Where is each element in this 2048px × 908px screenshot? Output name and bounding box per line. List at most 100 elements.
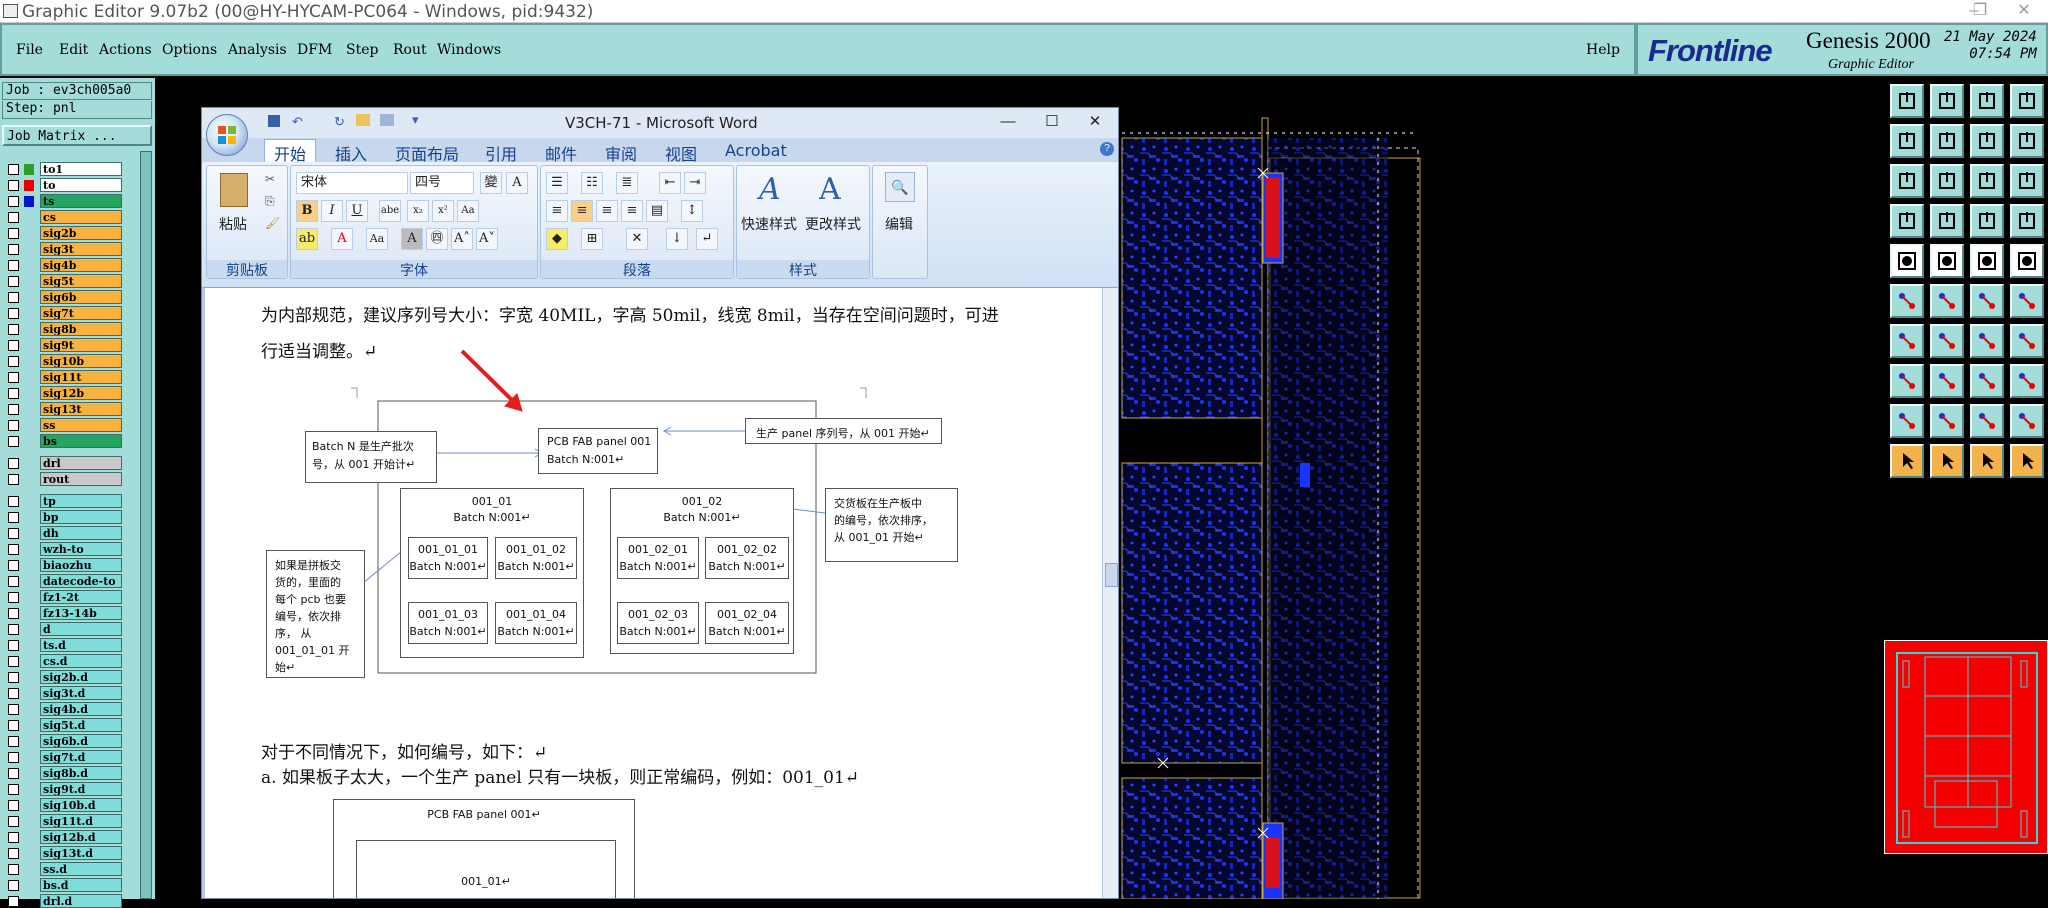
subscript-button[interactable]: x₂	[407, 200, 429, 222]
layer-checkbox[interactable]	[8, 356, 19, 367]
layer-checkbox[interactable]	[8, 276, 19, 287]
layer-name[interactable]: sig4b	[40, 258, 122, 272]
numbering-button[interactable]: ☷	[581, 172, 603, 194]
layer-checkbox[interactable]	[8, 592, 19, 603]
layer-name[interactable]: sig6b.d	[40, 734, 122, 748]
layer-checkbox[interactable]	[8, 800, 19, 811]
layer-checkbox[interactable]	[8, 404, 19, 415]
layer-name[interactable]: sig10b	[40, 354, 122, 368]
decrease-indent-button[interactable]: ⇤	[659, 172, 681, 194]
format-painter-icon[interactable]: 🖌	[265, 216, 280, 230]
layer-checkbox[interactable]	[8, 228, 19, 239]
layer-name[interactable]: to1	[40, 162, 122, 176]
undo-icon[interactable]: ↶	[292, 114, 303, 130]
pointer-4-tool-button[interactable]	[2010, 444, 2044, 478]
layer-name[interactable]: ts.d	[40, 638, 122, 652]
layer-name[interactable]: sig9t	[40, 338, 122, 352]
bullets-button[interactable]: ☰	[546, 172, 568, 194]
tri-red-4-tool-button[interactable]	[2010, 404, 2044, 438]
layer-checkbox[interactable]	[8, 196, 19, 207]
layer-checkbox[interactable]	[8, 576, 19, 587]
layer-checkbox[interactable]	[8, 244, 19, 255]
layer-name[interactable]: wzh-to	[40, 542, 122, 556]
layer-name[interactable]: dh	[40, 526, 122, 540]
layer-checkbox[interactable]	[8, 688, 19, 699]
quick-styles-icon[interactable]: A	[759, 172, 781, 207]
layer-checkbox[interactable]	[8, 880, 19, 891]
align-right-button[interactable]: ≡	[596, 200, 618, 222]
rotate-tool-button[interactable]	[1970, 324, 2004, 358]
layer-name[interactable]: sig7t.d	[40, 750, 122, 764]
menu-actions[interactable]: Actions	[99, 42, 152, 58]
layer-name[interactable]: sig9t.d	[40, 782, 122, 796]
layer-name[interactable]: sig13t.d	[40, 846, 122, 860]
layer-name[interactable]: tp	[40, 494, 122, 508]
menu-help[interactable]: Help	[1586, 42, 1620, 58]
page-out-tool-button[interactable]	[1930, 84, 1964, 118]
justify-button[interactable]: ≡	[621, 200, 643, 222]
zoom-center-tool-button[interactable]	[1930, 164, 1964, 198]
layer-checkbox[interactable]	[8, 640, 19, 651]
connect-red-2-tool-button[interactable]	[2010, 284, 2044, 318]
clear-format-button[interactable]: Aa	[457, 200, 479, 222]
select-corner-tool-button[interactable]	[1930, 244, 1964, 278]
line-blue-tool-button[interactable]	[1930, 324, 1964, 358]
tri-red-tool-button[interactable]	[1890, 404, 1924, 438]
layer-checkbox[interactable]	[8, 436, 19, 447]
menu-dfm[interactable]: DFM	[297, 42, 332, 58]
layer-name[interactable]: datecode-to	[40, 574, 122, 588]
home-tool-button[interactable]	[1970, 84, 2004, 118]
tri-red-3-tool-button[interactable]	[1970, 404, 2004, 438]
layer-name[interactable]: bs.d	[40, 878, 122, 892]
layer-checkbox[interactable]	[8, 372, 19, 383]
select-round-tool-button[interactable]	[1890, 244, 1924, 278]
shrink-font-button[interactable]: A˅	[476, 228, 498, 250]
layer-checkbox[interactable]	[8, 180, 19, 191]
change-styles-label[interactable]: 更改样式	[805, 214, 861, 234]
font-color-button[interactable]: A	[331, 228, 353, 250]
show-marks-button[interactable]: ↵	[696, 228, 718, 250]
char-border-icon[interactable]: A	[506, 172, 528, 194]
net-blue-tool-button[interactable]	[1890, 284, 1924, 318]
tri-red-2-tool-button[interactable]	[1930, 404, 1964, 438]
find-icon[interactable]: 🔍	[885, 172, 915, 202]
chinese-layout-button[interactable]: ✕	[626, 228, 648, 250]
layer-checkbox[interactable]	[8, 608, 19, 619]
layer-name[interactable]: cs	[40, 210, 122, 224]
layer-checkbox[interactable]	[8, 864, 19, 875]
page-in-tool-button[interactable]	[1890, 84, 1924, 118]
layer-checkbox[interactable]	[8, 816, 19, 827]
word-close-button[interactable]: ✕	[1075, 110, 1115, 134]
layer-checkbox[interactable]	[8, 260, 19, 271]
circle-dot-tool-button[interactable]	[2010, 244, 2044, 278]
layer-name[interactable]: ts	[40, 194, 122, 208]
layer-name[interactable]: d	[40, 622, 122, 636]
distribute-button[interactable]: ▤	[646, 200, 668, 222]
layer-scrollbar[interactable]	[140, 151, 152, 899]
close-button[interactable]: ✕	[2004, 0, 2044, 22]
comp-red-tool-button[interactable]	[2010, 324, 2044, 358]
layer-name[interactable]: bp	[40, 510, 122, 524]
underline-button[interactable]: U	[346, 200, 368, 222]
redo-icon[interactable]: ↻	[334, 114, 345, 130]
document-area[interactable]: 为内部规范，建议序列号大小：字宽 40MIL，字高 50mil，线宽 8mil，…	[202, 288, 1102, 898]
shading-button[interactable]: ◆	[546, 228, 568, 250]
change-case-button[interactable]: Aa	[366, 228, 388, 250]
box-blue-tool-button[interactable]	[1970, 364, 2004, 398]
edit-label[interactable]: 编辑	[885, 214, 913, 234]
layer-checkbox[interactable]	[8, 496, 19, 507]
menu-file[interactable]: File	[16, 42, 43, 58]
layer-checkbox[interactable]	[8, 458, 19, 469]
open-icon[interactable]	[356, 114, 370, 126]
word-maximize-button[interactable]: ☐	[1032, 110, 1072, 134]
layer-name[interactable]: sig7t	[40, 306, 122, 320]
scroll-thumb[interactable]	[1105, 563, 1118, 587]
multilevel-list-button[interactable]: ≣	[616, 172, 638, 194]
layer-name[interactable]: drl.d	[40, 894, 122, 908]
menu-rout[interactable]: Rout	[393, 42, 427, 58]
layer-name[interactable]: sig13t	[40, 402, 122, 416]
layer-name[interactable]: cs.d	[40, 654, 122, 668]
layer-in-tool-button[interactable]	[1890, 124, 1924, 158]
layer-checkbox[interactable]	[8, 528, 19, 539]
cut-icon[interactable]: ✂	[265, 172, 275, 186]
